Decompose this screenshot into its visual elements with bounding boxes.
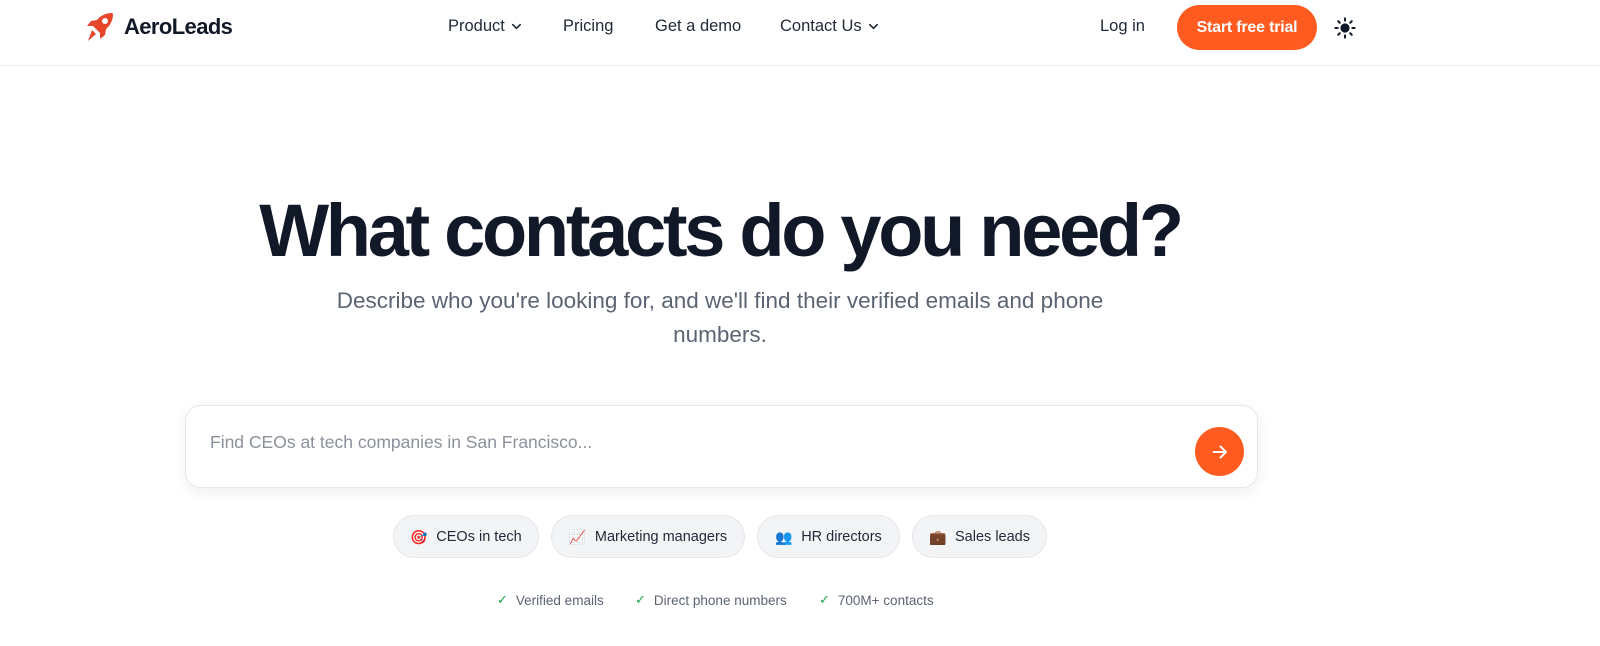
- search-submit-button[interactable]: [1195, 427, 1244, 476]
- check-icon: ✓: [497, 592, 508, 607]
- hero-subtitle: Describe who you're looking for, and we'…: [336, 288, 1104, 347]
- suggestion-chip-label: CEOs in tech: [436, 528, 522, 545]
- check-icon: ✓: [819, 592, 830, 607]
- trust-badge-700m-contacts: ✓ 700M+ contacts: [819, 592, 934, 608]
- suggestion-chip-sales-leads[interactable]: 💼 Sales leads: [912, 515, 1047, 558]
- logo-link[interactable]: AeroLeads: [82, 10, 233, 44]
- check-icon: ✓: [635, 592, 646, 607]
- nav-item-contact-us[interactable]: Contact Us: [780, 17, 879, 36]
- nav-item-label: Pricing: [563, 17, 614, 35]
- search-box: [185, 405, 1258, 488]
- trust-badge-label: 700M+ contacts: [837, 592, 934, 608]
- nav-item-label: Get a demo: [655, 17, 742, 35]
- suggestion-chip-label: HR directors: [801, 528, 882, 545]
- suggestion-chip-label: Sales leads: [955, 528, 1030, 545]
- trust-badge-label: Direct phone numbers: [653, 592, 787, 608]
- nav-item-label: Product: [448, 17, 505, 35]
- suggestion-chip-hr-directors[interactable]: 👥 HR directors: [757, 515, 900, 558]
- search-input[interactable]: [210, 426, 1170, 458]
- top-navbar: AeroLeads Product Pricing Get a demo Con…: [0, 0, 1600, 66]
- trust-badge-label: Verified emails: [515, 592, 604, 608]
- chart-increasing-icon: 📈: [568, 528, 587, 545]
- nav-item-label: Contact Us: [780, 17, 862, 35]
- theme-toggle-button[interactable]: [1332, 15, 1358, 41]
- suggestion-chip-ceos-in-tech[interactable]: 🎯 CEOs in tech: [393, 515, 539, 558]
- trust-badge-direct-phone-numbers: ✓ Direct phone numbers: [635, 592, 787, 608]
- brand-name: AeroLeads: [124, 14, 233, 39]
- login-link[interactable]: Log in: [1100, 17, 1145, 36]
- nav-item-pricing[interactable]: Pricing: [563, 17, 613, 36]
- target-icon: 🎯: [410, 528, 428, 545]
- nav-item-product[interactable]: Product: [448, 17, 522, 36]
- chevron-down-icon: [511, 23, 521, 30]
- suggestion-chip-marketing-managers[interactable]: 📈 Marketing managers: [551, 515, 745, 558]
- trust-badge-verified-emails: ✓ Verified emails: [497, 592, 604, 608]
- nav-item-get-a-demo[interactable]: Get a demo: [655, 17, 741, 36]
- people-icon: 👥: [775, 528, 793, 545]
- suggestion-chip-label: Marketing managers: [594, 528, 728, 545]
- hero-title: What contacts do you need?: [259, 189, 1184, 272]
- briefcase-icon: 💼: [929, 528, 947, 545]
- start-free-trial-button[interactable]: Start free trial: [1177, 5, 1317, 50]
- arrow-right-icon: [1212, 445, 1227, 458]
- rocket-icon: [87, 13, 113, 41]
- chevron-down-icon: [868, 23, 878, 30]
- sun-icon: [1334, 17, 1356, 39]
